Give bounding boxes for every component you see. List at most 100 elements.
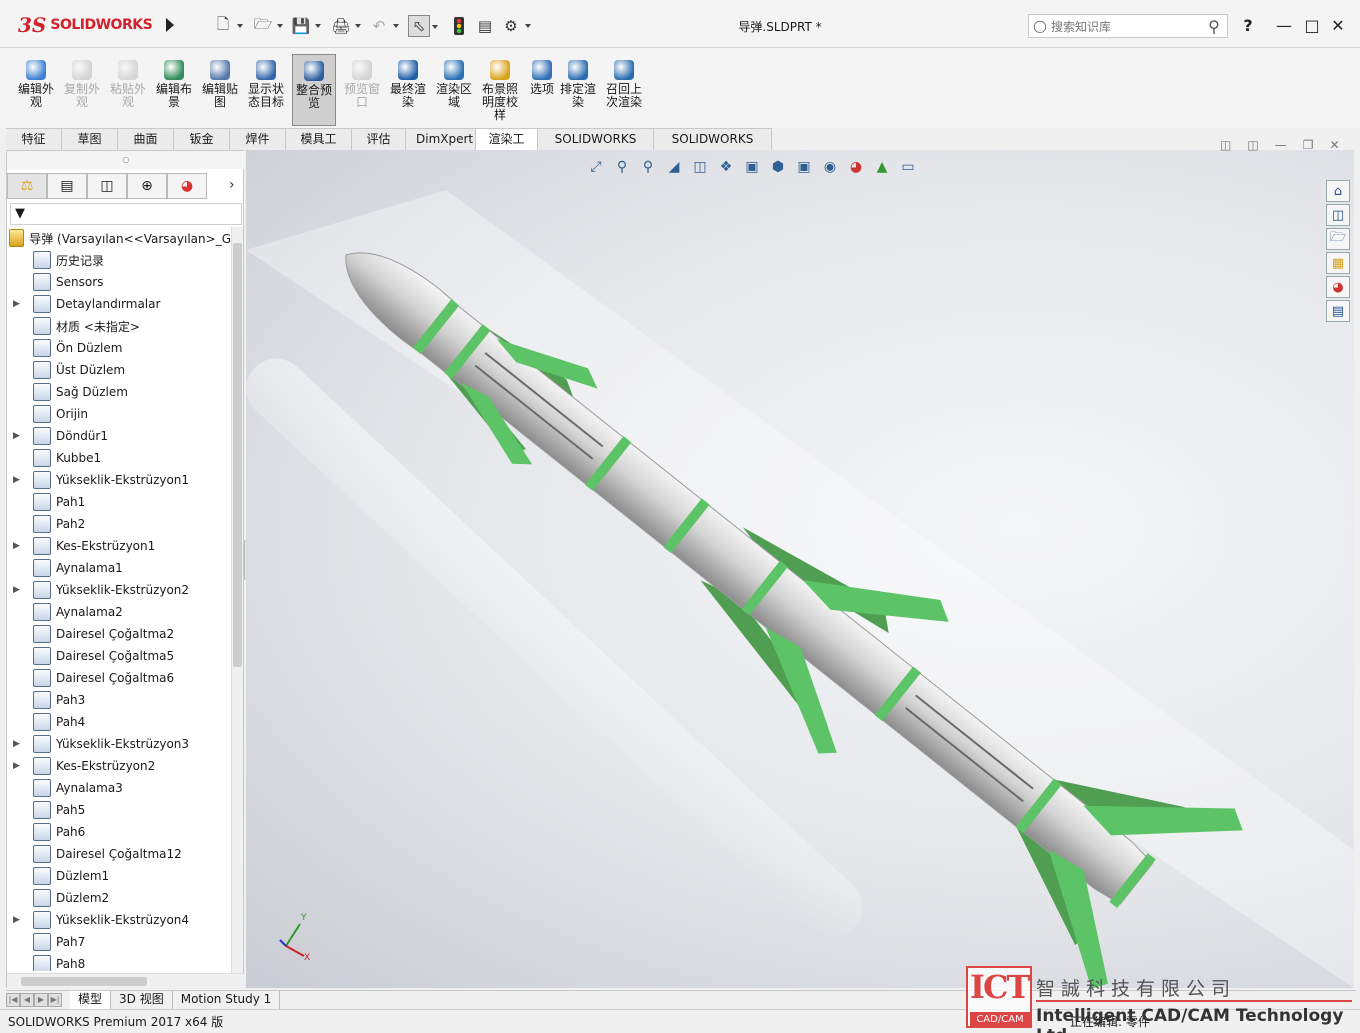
tree-item[interactable]: Sağ Düzlem xyxy=(7,381,231,403)
save-icon[interactable]: 💾 xyxy=(290,15,321,37)
last-tab-icon[interactable]: ▶| xyxy=(48,993,62,1007)
tree-expand-icon[interactable]: ▶ xyxy=(13,299,25,309)
tree-item[interactable]: Aynalama1 xyxy=(7,557,231,579)
tree-item[interactable]: Pah7 xyxy=(7,931,231,953)
search-knowledge-base[interactable]: ◯ 搜索知识库 ⚲ xyxy=(1028,14,1228,38)
cmd-button-12[interactable]: 排定渲染 xyxy=(556,54,600,126)
tree-item[interactable]: Pah8 xyxy=(7,953,231,971)
cmd-button-4[interactable]: 编辑贴图 xyxy=(198,54,242,126)
bottom-tab-2[interactable]: Motion Study 1 xyxy=(173,991,281,1009)
search-scope-icon[interactable]: ◯ xyxy=(1029,19,1051,33)
tree-item[interactable]: Dairesel Çoğaltma2 xyxy=(7,623,231,645)
tree-item[interactable]: Ön Düzlem xyxy=(7,337,231,359)
tree-item[interactable]: Dairesel Çoğaltma12 xyxy=(7,843,231,865)
restore-right-icon[interactable]: ◫ xyxy=(1247,138,1258,152)
tab-8[interactable]: 渲染工具 xyxy=(476,129,538,167)
tab-6[interactable]: 评估 xyxy=(352,129,406,151)
propertymanager-icon[interactable]: ▤ xyxy=(47,173,87,199)
tab-2[interactable]: 曲面 xyxy=(118,129,174,151)
tree-item[interactable]: ▶ Kes-Ekstrüzyon1 xyxy=(7,535,231,557)
doc-close-icon[interactable]: ✕ xyxy=(1329,138,1339,152)
tree-item[interactable]: 材质 <未指定> xyxy=(7,315,231,337)
rebuild-traffic-light-icon[interactable] xyxy=(448,15,470,37)
tree-item[interactable]: Sensors xyxy=(7,271,231,293)
tree-item[interactable]: Pah1 xyxy=(7,491,231,513)
tree-item[interactable]: ▶ Detaylandırmalar xyxy=(7,293,231,315)
search-icon[interactable]: ⚲ xyxy=(1201,17,1227,36)
tree-expand-icon[interactable]: ▶ xyxy=(13,761,25,771)
tree-item[interactable]: Üst Düzlem xyxy=(7,359,231,381)
tree-expand-icon[interactable]: ▶ xyxy=(13,475,25,485)
cmd-button-13[interactable]: 召回上次渲染 xyxy=(602,54,646,126)
tree-item[interactable]: Pah4 xyxy=(7,711,231,733)
tab-9[interactable]: SOLIDWORKS 插件 xyxy=(538,129,654,167)
panel-tabs-more-icon[interactable]: › xyxy=(229,177,235,193)
tree-item[interactable]: ▶ Yükseklik-Ekstrüzyon1 xyxy=(7,469,231,491)
tree-item[interactable]: ▶ Kes-Ekstrüzyon2 xyxy=(7,755,231,777)
tree-item[interactable]: ▶ Yükseklik-Ekstrüzyon2 xyxy=(7,579,231,601)
tree-item[interactable]: Pah5 xyxy=(7,799,231,821)
tree-item[interactable]: ▶ Yükseklik-Ekstrüzyon3 xyxy=(7,733,231,755)
dimxpertmanager-icon[interactable]: ⊕ xyxy=(127,173,167,199)
tab-4[interactable]: 焊件 xyxy=(230,129,286,151)
tree-vertical-scroll-thumb[interactable] xyxy=(233,243,242,667)
tree-item[interactable]: Aynalama3 xyxy=(7,777,231,799)
missile-3d-model[interactable] xyxy=(246,150,1354,988)
graphics-area[interactable]: ⤢ ⚲ ⚲ ◢ ◫ ❖ ▣ ⬢ ▣ ◉ ◕ ▲ ▭ ⌂ ◫ 🗁 ▦ ◕ ▤ Y … xyxy=(246,150,1354,988)
restore-left-icon[interactable]: ◫ xyxy=(1220,138,1231,152)
file-properties-icon[interactable]: ▤ xyxy=(474,15,496,37)
featuremanager-icon[interactable]: ⚖ xyxy=(7,173,47,199)
cmd-button-9[interactable]: 渲染区域 xyxy=(432,54,476,126)
help-button[interactable]: ? xyxy=(1236,14,1260,38)
tab-10[interactable]: SOLIDWORKS MBD xyxy=(654,129,772,167)
tree-root-part[interactable]: 导弹 (Varsayılan<<Varsayılan>_G xyxy=(7,227,231,249)
tab-5[interactable]: 模具工具 xyxy=(286,129,352,167)
cmd-button-7[interactable]: 预览窗口 xyxy=(340,54,384,126)
tree-expand-icon[interactable]: ▶ xyxy=(13,585,25,595)
select-arrow-icon[interactable]: ⬁ xyxy=(408,15,438,37)
tree-item[interactable]: ▶ Yükseklik-Ekstrüzyon4 xyxy=(7,909,231,931)
tree-item[interactable]: Orijin xyxy=(7,403,231,425)
tree-item[interactable]: Kubbe1 xyxy=(7,447,231,469)
bottom-tab-1[interactable]: 3D 视图 xyxy=(111,991,173,1009)
panel-grip[interactable]: ○ xyxy=(7,151,245,169)
solidworks-logo[interactable]: 3S SOLIDWORKS xyxy=(18,10,153,40)
cmd-button-6[interactable]: 整合预览 xyxy=(292,54,336,126)
tree-item[interactable]: Dairesel Çoğaltma5 xyxy=(7,645,231,667)
filter-icon[interactable]: ▼ xyxy=(15,206,25,221)
cmd-button-10[interactable]: 布景照明度校样 xyxy=(478,54,522,126)
open-folder-icon[interactable]: 🗁 xyxy=(252,15,283,37)
tab-7[interactable]: DimXpert xyxy=(406,129,476,151)
first-tab-icon[interactable]: |◀ xyxy=(6,993,20,1007)
tree-item[interactable]: Düzlem2 xyxy=(7,887,231,909)
tree-item[interactable]: Dairesel Çoğaltma6 xyxy=(7,667,231,689)
menu-expand-arrow-icon[interactable] xyxy=(166,18,174,32)
cmd-button-1[interactable]: 复制外观 xyxy=(60,54,104,126)
tree-item[interactable]: Düzlem1 xyxy=(7,865,231,887)
tree-expand-icon[interactable]: ▶ xyxy=(13,541,25,551)
tree-item[interactable]: 历史记录 xyxy=(7,249,231,271)
new-document-icon[interactable]: 🗋 xyxy=(212,15,243,37)
configurationmanager-icon[interactable]: ◫ xyxy=(87,173,127,199)
cmd-button-5[interactable]: 显示状态目标 xyxy=(244,54,288,126)
tree-item[interactable]: ▶ Döndür1 xyxy=(7,425,231,447)
close-button[interactable]: ✕ xyxy=(1326,14,1350,38)
tab-1[interactable]: 草图 xyxy=(62,129,118,151)
doc-restore-icon[interactable]: ❐ xyxy=(1303,138,1314,152)
cmd-button-2[interactable]: 粘贴外观 xyxy=(106,54,150,126)
maximize-button[interactable]: □ xyxy=(1300,14,1324,38)
cmd-button-8[interactable]: 最终渲染 xyxy=(386,54,430,126)
tree-item[interactable]: Pah2 xyxy=(7,513,231,535)
print-icon[interactable]: 🖨 xyxy=(330,15,361,37)
displaymanager-icon[interactable]: ◕ xyxy=(167,173,207,199)
search-input[interactable]: 搜索知识库 xyxy=(1051,18,1201,35)
tab-3[interactable]: 钣金 xyxy=(174,129,230,151)
tree-expand-icon[interactable]: ▶ xyxy=(13,739,25,749)
tab-0[interactable]: 特征 xyxy=(6,129,62,151)
tree-horizontal-scroll-thumb[interactable] xyxy=(21,977,147,986)
doc-minimize-icon[interactable]: — xyxy=(1275,138,1287,152)
undo-icon[interactable]: ↶ xyxy=(368,15,399,37)
bottom-tab-0[interactable]: 模型 xyxy=(70,991,112,1009)
tree-expand-icon[interactable]: ▶ xyxy=(13,431,25,441)
tree-item[interactable]: Pah6 xyxy=(7,821,231,843)
